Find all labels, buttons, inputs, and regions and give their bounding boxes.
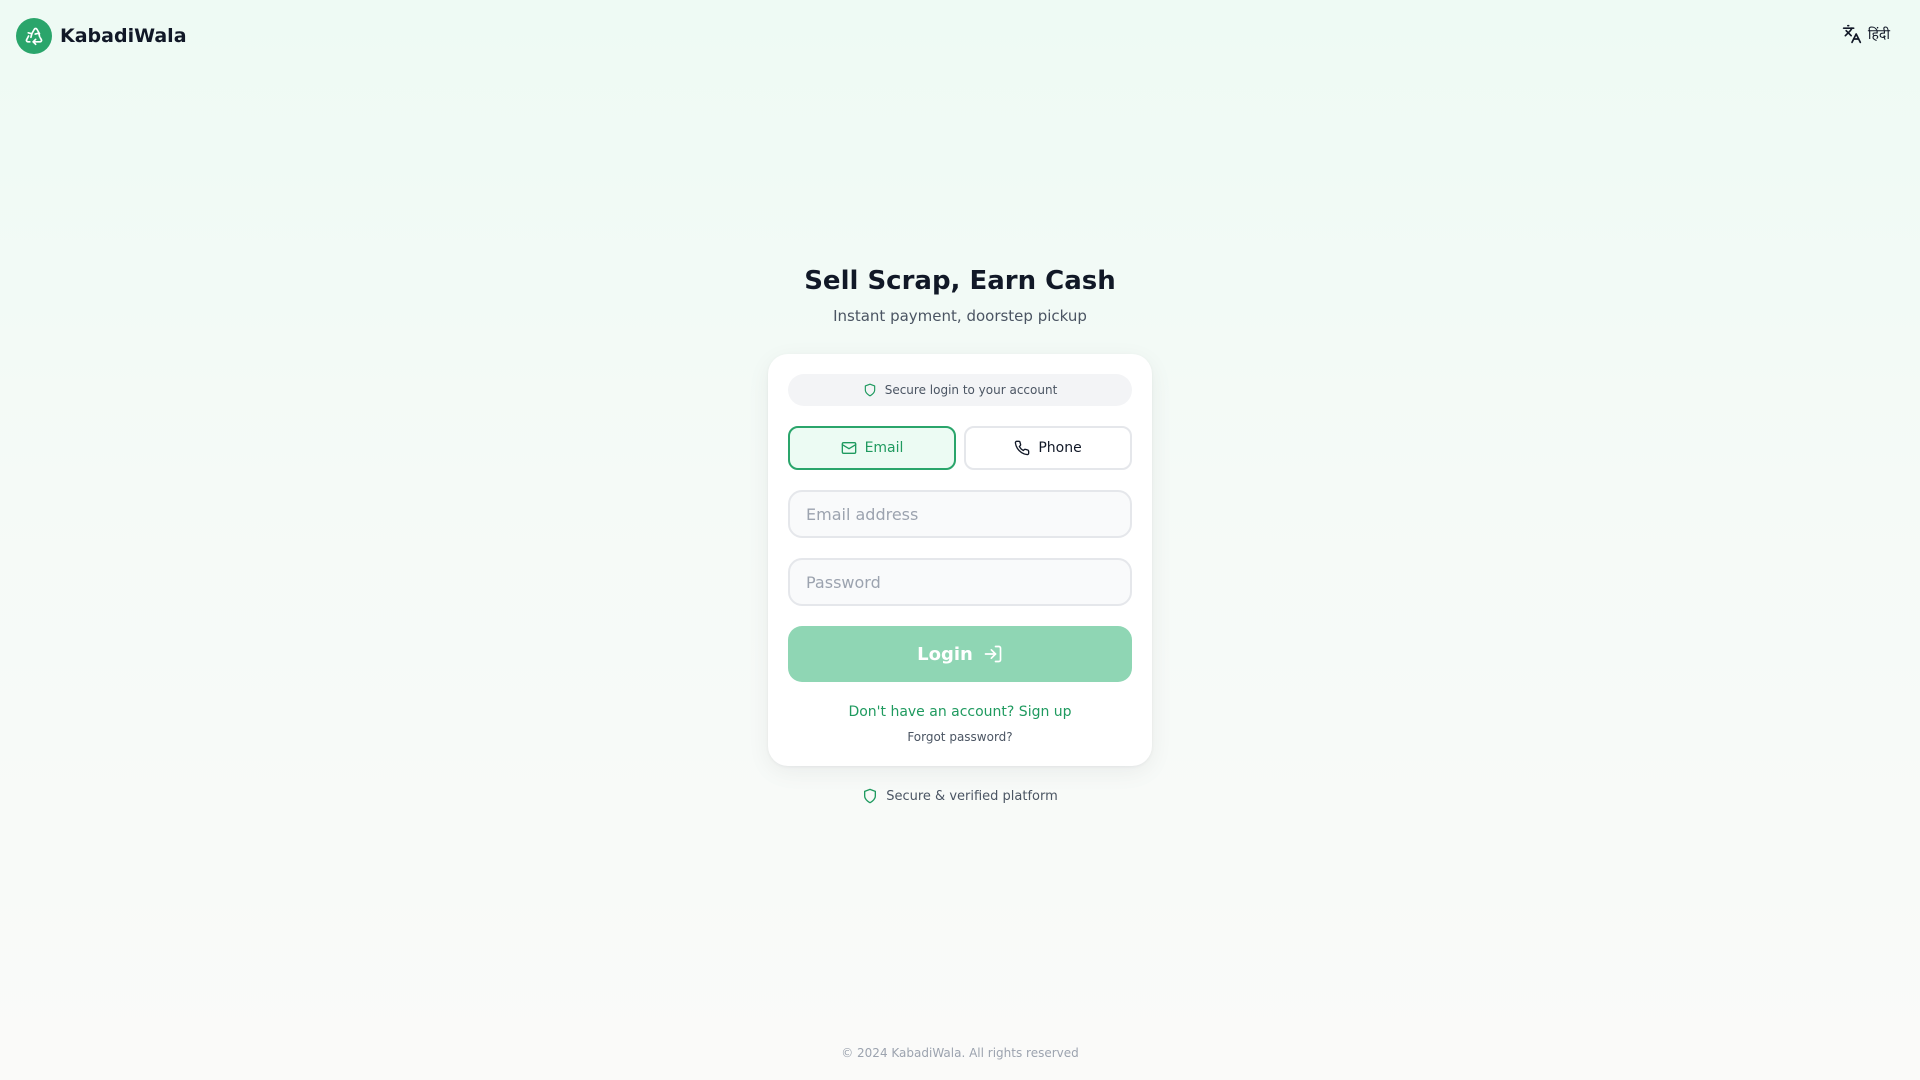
signup-link[interactable]: Don't have an account? Sign up bbox=[788, 704, 1132, 720]
secure-login-text: Secure login to your account bbox=[884, 383, 1058, 397]
login-arrow-icon bbox=[983, 644, 1003, 664]
top-bar: KabadiWala हिंदी bbox=[0, 0, 1920, 72]
tab-phone-label: Phone bbox=[1038, 440, 1082, 456]
login-button[interactable]: Login bbox=[788, 626, 1132, 682]
password-input[interactable] bbox=[788, 558, 1132, 606]
tab-email-label: Email bbox=[864, 440, 904, 456]
brand-name: KabadiWala bbox=[60, 25, 187, 47]
login-button-label: Login bbox=[917, 643, 973, 665]
login-card: Secure login to your account Email Phone… bbox=[768, 354, 1152, 766]
login-method-tabs: Email Phone bbox=[788, 426, 1132, 470]
recycle-icon bbox=[16, 18, 52, 54]
mail-icon bbox=[841, 440, 857, 456]
phone-icon bbox=[1014, 440, 1030, 456]
copyright-text: © 2024 KabadiWala. All rights reserved bbox=[841, 1046, 1079, 1060]
language-label: हिंदी bbox=[1867, 26, 1890, 43]
page-subtitle: Instant payment, doorstep pickup bbox=[833, 307, 1087, 325]
forgot-password-link[interactable]: Forgot password? bbox=[788, 730, 1132, 744]
translate-icon bbox=[1842, 24, 1862, 44]
footer: © 2024 KabadiWala. All rights reserved bbox=[0, 1046, 1920, 1060]
brand[interactable]: KabadiWala bbox=[16, 18, 187, 54]
language-toggle[interactable]: हिंदी bbox=[1842, 24, 1890, 44]
hero: Sell Scrap, Earn Cash Instant payment, d… bbox=[0, 262, 1920, 326]
page-title: Sell Scrap, Earn Cash bbox=[804, 266, 1116, 296]
tab-email[interactable]: Email bbox=[788, 426, 956, 470]
secure-login-note: Secure login to your account bbox=[788, 374, 1132, 406]
trust-note: Secure & verified platform bbox=[0, 788, 1920, 804]
email-input[interactable] bbox=[788, 490, 1132, 538]
trust-note-text: Secure & verified platform bbox=[886, 788, 1058, 804]
shield-icon bbox=[863, 383, 877, 397]
shield-icon bbox=[862, 788, 878, 804]
tab-phone[interactable]: Phone bbox=[964, 426, 1132, 470]
